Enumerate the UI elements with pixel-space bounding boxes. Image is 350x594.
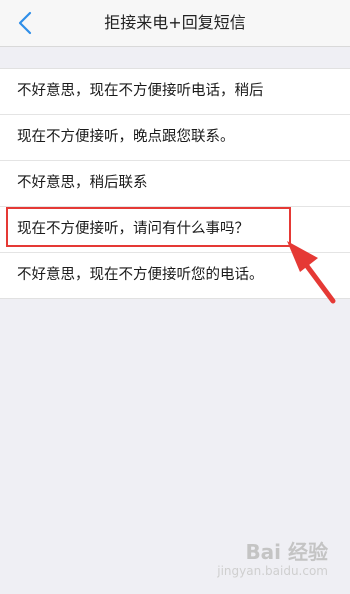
screen: 拒接来电+回复短信 不好意思，现在不方便接听电话，稍后 现在不方便接听，晚点跟您… bbox=[0, 0, 350, 594]
quick-reply-list: 不好意思，现在不方便接听电话，稍后 现在不方便接听，晚点跟您联系。 不好意思，稍… bbox=[0, 68, 350, 299]
quick-reply-item[interactable]: 不好意思，现在不方便接听您的电话。 bbox=[0, 252, 350, 298]
quick-reply-item[interactable]: 现在不方便接听，晚点跟您联系。 bbox=[0, 114, 350, 160]
baidu-watermark: Bai 经验 jingyan.baidu.com bbox=[217, 540, 328, 578]
quick-reply-item-selected[interactable]: 现在不方便接听，请问有什么事吗？ bbox=[0, 206, 350, 252]
quick-reply-item[interactable]: 不好意思，稍后联系 bbox=[0, 160, 350, 206]
watermark-url: jingyan.baidu.com bbox=[217, 563, 328, 578]
watermark-brand: Bai 经验 bbox=[245, 539, 328, 564]
quick-reply-item[interactable]: 不好意思，现在不方便接听电话，稍后 bbox=[0, 69, 350, 114]
top-bar: 拒接来电+回复短信 bbox=[0, 0, 350, 47]
page-title: 拒接来电+回复短信 bbox=[104, 13, 246, 32]
